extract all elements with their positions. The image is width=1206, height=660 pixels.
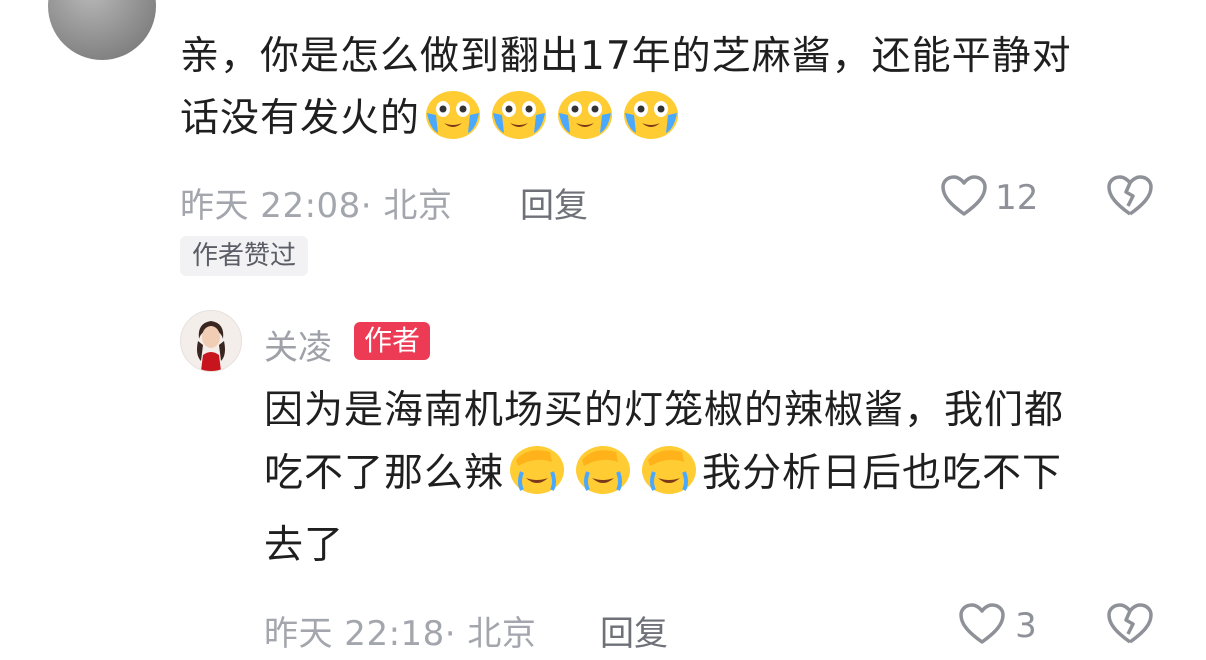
heart-outline-icon: [958, 602, 1006, 650]
commenter-avatar[interactable]: [48, 0, 156, 60]
comment-time-location: 昨天 22:08· 北京: [180, 186, 453, 226]
comment-dislike-button[interactable]: [1106, 174, 1154, 222]
comment-line-1: 亲，你是怎么做到翻出17年的芝麻酱，还能平静对: [180, 34, 1072, 79]
face-palm-crying-icon: [508, 442, 566, 515]
broken-heart-icon: [1106, 603, 1154, 650]
reply-dislike-button[interactable]: [1106, 602, 1154, 650]
reply-like-button[interactable]: 3: [958, 602, 1037, 650]
author-name[interactable]: 关凌: [264, 320, 332, 369]
face-palm-crying-icon: [640, 442, 698, 515]
heart-outline-icon: [940, 174, 988, 222]
reply-time-location: 昨天 22:18· 北京: [264, 614, 537, 654]
comment-reply-button[interactable]: 回复: [520, 178, 588, 227]
reply-line-2: 吃不了那么辣 我分析日后也吃不下: [264, 442, 1164, 515]
crying-laughing-face-icon: [556, 89, 614, 160]
face-palm-crying-icon: [574, 442, 632, 515]
comment-like-count: 12: [995, 178, 1039, 218]
reply-like-count: 3: [1015, 606, 1037, 646]
crying-laughing-face-icon: [622, 89, 680, 160]
author-liked-badge: 作者赞过: [180, 236, 309, 276]
reply-line-1: 因为是海南机场买的灯笼椒的辣椒酱，我们都: [264, 388, 1065, 433]
reply-reply-button[interactable]: 回复: [600, 606, 668, 655]
crying-laughing-face-icon: [424, 89, 482, 160]
comment-line-2: 话没有发火的: [180, 88, 1180, 160]
broken-heart-icon: [1106, 175, 1154, 222]
reply-text: 因为是海南机场买的灯笼椒的辣椒酱，我们都 吃不了那么辣 我分析日后也吃不下 去了: [264, 380, 1164, 577]
comment-text: 亲，你是怎么做到翻出17年的芝麻酱，还能平静对 话没有发火的: [180, 26, 1180, 160]
author-portrait-icon: [181, 311, 241, 371]
crying-laughing-face-icon: [490, 89, 548, 160]
author-badge: 作者: [354, 322, 431, 360]
comment-like-button[interactable]: 12: [940, 174, 1038, 222]
author-avatar[interactable]: [180, 310, 242, 372]
reply-line-3: 去了: [264, 523, 345, 568]
